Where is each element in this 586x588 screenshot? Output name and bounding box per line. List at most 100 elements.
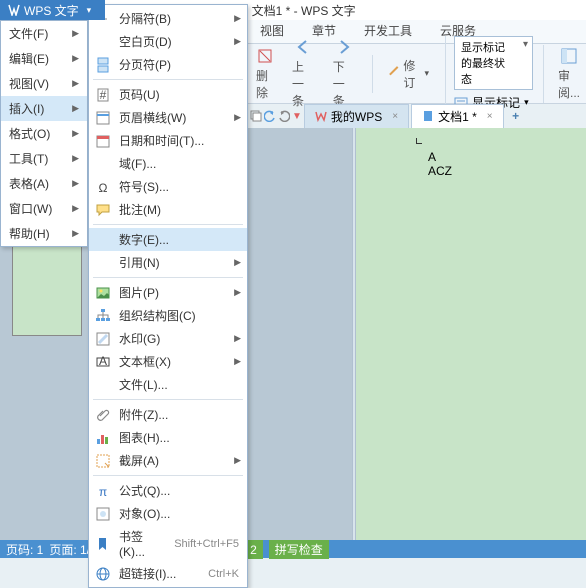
chevron-right-icon: ▶ (72, 128, 79, 139)
chart-icon (95, 430, 111, 446)
pagebreak-icon (95, 57, 111, 73)
doctab-active[interactable]: 文档1 * × (411, 104, 504, 129)
app-menu-label: WPS 文字 (24, 2, 79, 19)
add-tab-button[interactable]: + (506, 109, 526, 123)
svg-text:#: # (100, 88, 107, 102)
menu-item[interactable]: 文件(F)▶ (1, 21, 87, 46)
menu-separator (93, 399, 243, 400)
ribbon-review-pane[interactable]: 审阅... (552, 45, 586, 103)
ref-icon (95, 255, 111, 271)
submenu-item[interactable]: 对象(O)... (89, 502, 247, 525)
shortcut-label: Ctrl+K (208, 568, 239, 580)
submenu-item[interactable]: 日期和时间(T)... (89, 129, 247, 152)
menu-separator (93, 224, 243, 225)
file-icon (95, 377, 111, 393)
submenu-item[interactable]: 分页符(P) (89, 53, 247, 76)
doc-small-icon (422, 110, 434, 122)
submenu-item[interactable]: 水印(G)▶ (89, 327, 247, 350)
menu-item[interactable]: 编辑(E)▶ (1, 46, 87, 71)
chevron-right-icon: ▶ (72, 203, 79, 214)
menu-item[interactable]: 视图(V)▶ (1, 71, 87, 96)
close-tab-icon[interactable]: × (487, 111, 493, 122)
symbol-icon: Ω (95, 179, 111, 195)
watermark-icon (95, 331, 111, 347)
textbox-icon: A (95, 354, 111, 370)
cursor-marker (416, 138, 422, 144)
doctab-mywps[interactable]: 我的WPS × (304, 104, 409, 129)
shortcut-label: Shift+Ctrl+F5 (174, 538, 239, 550)
submenu-item[interactable]: 截屏(A)▶ (89, 449, 247, 472)
attach-icon (95, 407, 111, 423)
chevron-right-icon: ▶ (72, 103, 79, 114)
window-title: 文档1 * - WPS 文字 (252, 4, 356, 18)
submenu-item[interactable]: 分隔符(B)▶ (89, 7, 247, 30)
chevron-right-icon: ▶ (234, 333, 241, 344)
menu-item[interactable]: 帮助(H)▶ (1, 221, 87, 246)
main-menu: 文件(F)▶编辑(E)▶视图(V)▶插入(I)▶格式(O)▶工具(T)▶表格(A… (0, 20, 88, 247)
submenu-item[interactable]: 批注(M) (89, 198, 247, 221)
markup-mode-combo[interactable]: 显示标记的最终状态 (454, 36, 533, 90)
chevron-right-icon: ▶ (234, 112, 241, 123)
submenu-item[interactable]: 组织结构图(C) (89, 304, 247, 327)
status-spellcheck[interactable]: 拼写检查 (269, 540, 329, 559)
ribbon-next[interactable]: 下一条 (327, 36, 362, 111)
chevron-right-icon: ▶ (72, 28, 79, 39)
ribbon-delete[interactable]: 删除 (250, 45, 280, 103)
close-tab-icon[interactable]: × (392, 111, 398, 122)
next-icon (335, 38, 353, 56)
submenu-item[interactable]: Ω符号(S)... (89, 175, 247, 198)
caret-down-icon[interactable]: ▼ (292, 111, 302, 122)
submenu-item[interactable]: 引用(N)▶ (89, 251, 247, 274)
submenu-item[interactable]: A文本框(X)▶ (89, 350, 247, 373)
ribbon-revise[interactable]: 修订▾ (381, 55, 436, 93)
orgchart-icon (95, 308, 111, 324)
chevron-down-icon: ▾ (524, 97, 529, 108)
chevron-right-icon: ▶ (72, 178, 79, 189)
menu-item[interactable]: 窗口(W)▶ (1, 196, 87, 221)
comment-icon (95, 202, 111, 218)
insert-submenu: 分隔符(B)▶空白页(D)▶分页符(P) #页码(U)页眉横线(W)▶日期和时间(… (88, 4, 248, 588)
submenu-item[interactable]: 图片(P)▶ (89, 281, 247, 304)
wps-logo-icon (8, 4, 20, 16)
submenu-item[interactable]: 图表(H)... (89, 426, 247, 449)
menu-separator (93, 79, 243, 80)
menu-item[interactable]: 表格(A)▶ (1, 171, 87, 196)
chevron-right-icon: ▶ (72, 228, 79, 239)
field-icon (95, 156, 111, 172)
chevron-right-icon: ▶ (234, 257, 241, 268)
submenu-item[interactable]: 书签(K)...Shift+Ctrl+F5 (89, 525, 247, 562)
chevron-right-icon: ▶ (72, 153, 79, 164)
submenu-item[interactable]: 超链接(I)...Ctrl+K (89, 562, 247, 585)
app-menu-button[interactable]: WPS 文字 (0, 0, 105, 20)
review-pane-icon (560, 47, 578, 65)
ribbon-prev[interactable]: 上一条 (286, 36, 321, 111)
chevron-right-icon: ▶ (72, 78, 79, 89)
undo-icon[interactable] (264, 110, 276, 122)
chevron-right-icon: ▶ (234, 455, 241, 466)
redo-icon[interactable] (278, 110, 290, 122)
document-text: A ACZ (428, 150, 452, 178)
number-icon (95, 232, 111, 248)
submenu-item[interactable]: #页码(U) (89, 83, 247, 106)
tab-devtools[interactable]: 开发工具 (354, 18, 422, 43)
status-page[interactable]: 页码: 1 (6, 541, 43, 558)
submenu-item[interactable]: 文件(L)... (89, 373, 247, 396)
copy-icon[interactable] (250, 110, 262, 122)
submenu-item[interactable]: 空白页(D)▶ (89, 30, 247, 53)
menu-separator (93, 277, 243, 278)
menu-item[interactable]: 工具(T)▶ (1, 146, 87, 171)
object-icon (95, 506, 111, 522)
submenu-item[interactable]: 附件(Z)... (89, 403, 247, 426)
submenu-item[interactable]: 域(F)... (89, 152, 247, 175)
menu-item[interactable]: 格式(O)▶ (1, 121, 87, 146)
chevron-right-icon: ▶ (234, 356, 241, 367)
submenu-item[interactable]: π公式(Q)... (89, 479, 247, 502)
menu-item[interactable]: 插入(I)▶ (1, 96, 87, 121)
submenu-item[interactable]: 数字(E)... (89, 228, 247, 251)
svg-text:π: π (99, 485, 107, 499)
svg-text:Ω: Ω (99, 181, 108, 195)
submenu-item[interactable]: 页眉横线(W)▶ (89, 106, 247, 129)
wps-small-icon (315, 110, 327, 122)
picture-icon (95, 285, 111, 301)
right-viewport[interactable]: A ACZ (356, 128, 586, 540)
